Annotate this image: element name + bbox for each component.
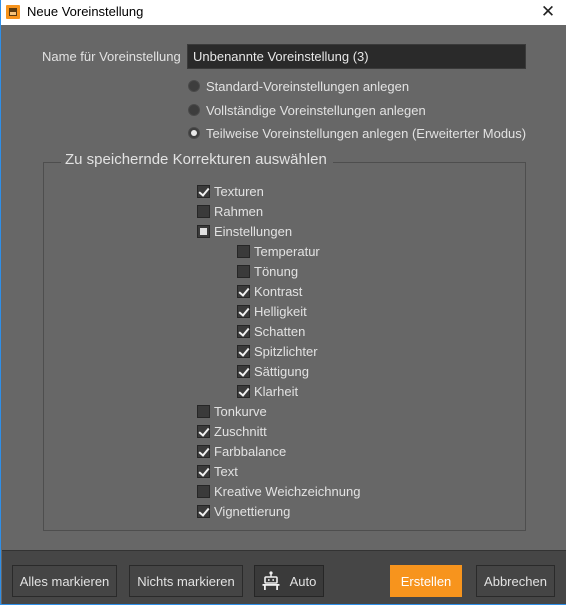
robot-icon <box>262 571 280 590</box>
checkbox-item[interactable]: Texturen <box>197 182 264 200</box>
checkbox-label: Farbbalance <box>214 443 287 459</box>
checkbox-item[interactable]: Schatten <box>237 322 305 340</box>
checkbox[interactable] <box>197 504 210 518</box>
checkbox-item[interactable]: Tönung <box>237 262 298 280</box>
checkbox[interactable] <box>237 264 250 278</box>
checkbox[interactable] <box>237 244 250 258</box>
dialog-content: Name für Voreinstellung Standard-Voreins… <box>2 25 566 550</box>
radio-button[interactable] <box>188 80 200 92</box>
select-none-button[interactable]: Nichts markieren <box>129 565 243 597</box>
title-bar: Neue Voreinstellung ✕ <box>1 0 566 25</box>
checkbox-item[interactable]: Kontrast <box>237 282 302 300</box>
radio-label: Standard-Voreinstellungen anlegen <box>206 78 410 94</box>
auto-label: Auto <box>289 573 317 589</box>
checkbox[interactable] <box>197 404 210 418</box>
checkbox-label: Einstellungen <box>214 223 293 239</box>
radio-standard[interactable]: Standard-Voreinstellungen anlegen <box>188 77 409 95</box>
checkbox[interactable] <box>237 364 250 378</box>
checkbox-label: Zuschnitt <box>214 423 267 439</box>
checkbox-label: Vignettierung <box>214 503 291 519</box>
checkbox-label: Temperatur <box>254 243 320 259</box>
checkbox[interactable] <box>197 464 210 478</box>
radio-button[interactable] <box>188 127 200 139</box>
checkbox-item[interactable]: Rahmen <box>197 202 263 220</box>
checkbox-label: Helligkeit <box>254 303 307 319</box>
checkbox-item[interactable]: Tonkurve <box>197 402 267 420</box>
preset-name-input[interactable] <box>187 44 526 69</box>
checkbox[interactable] <box>197 424 210 438</box>
corrections-group-title: Zu speichernde Korrekturen auswählen <box>61 151 333 168</box>
cancel-button[interactable]: Abbrechen <box>476 565 555 597</box>
checkbox-label: Spitzlichter <box>254 343 318 359</box>
checkbox[interactable] <box>197 184 210 198</box>
checkbox-label: Schatten <box>254 323 306 339</box>
checkbox[interactable] <box>237 384 250 398</box>
checkbox[interactable] <box>237 304 250 318</box>
app-icon <box>6 5 20 19</box>
preset-name-label: Name für Voreinstellung <box>42 49 181 64</box>
checkbox-label: Text <box>214 463 238 479</box>
checkbox-label: Klarheit <box>254 383 299 399</box>
create-button[interactable]: Erstellen <box>390 565 462 597</box>
checkbox-item[interactable]: Text <box>197 462 238 480</box>
checkbox-item[interactable]: Klarheit <box>237 382 298 400</box>
checkbox[interactable] <box>237 344 250 358</box>
radio-label: Vollständige Voreinstellungen anlegen <box>206 102 426 118</box>
checkbox-item[interactable]: Sättigung <box>237 362 309 380</box>
checkbox-label: Tönung <box>254 263 299 279</box>
checkbox[interactable] <box>237 324 250 338</box>
window-title: Neue Voreinstellung <box>27 4 144 19</box>
checkbox-label: Tonkurve <box>214 403 267 419</box>
checkbox-label: Kreative Weichzeichnung <box>214 483 361 499</box>
radio-complete[interactable]: Vollständige Voreinstellungen anlegen <box>188 101 426 119</box>
checkbox[interactable] <box>197 204 210 218</box>
checkbox-item[interactable]: Einstellungen <box>197 222 292 240</box>
select-all-button[interactable]: Alles markieren <box>12 565 117 597</box>
checkbox-item[interactable]: Helligkeit <box>237 302 307 320</box>
checkbox-item[interactable]: Spitzlichter <box>237 342 318 360</box>
checkbox-label: Sättigung <box>254 363 309 379</box>
dialog-footer: Alles markieren Nichts markieren Auto Er… <box>2 550 566 604</box>
checkbox-label: Kontrast <box>254 283 303 299</box>
checkbox-label: Rahmen <box>214 203 264 219</box>
auto-button[interactable]: Auto <box>254 565 324 597</box>
checkbox-item[interactable]: Kreative Weichzeichnung <box>197 482 360 500</box>
radio-label: Teilweise Voreinstellungen anlegen (Erwe… <box>206 125 527 141</box>
checkbox[interactable] <box>237 284 250 298</box>
checkbox[interactable] <box>197 224 210 238</box>
checkbox[interactable] <box>197 444 210 458</box>
checkbox-item[interactable]: Vignettierung <box>197 502 290 520</box>
checkbox-item[interactable]: Zuschnitt <box>197 422 267 440</box>
radio-partial[interactable]: Teilweise Voreinstellungen anlegen (Erwe… <box>188 124 526 142</box>
checkbox-item[interactable]: Farbbalance <box>197 442 286 460</box>
checkbox-label: Texturen <box>214 183 264 199</box>
radio-button[interactable] <box>188 104 200 116</box>
checkbox[interactable] <box>197 484 210 498</box>
dialog-window: Neue Voreinstellung ✕ Name für Voreinste… <box>0 0 566 605</box>
close-icon[interactable]: ✕ <box>539 2 557 22</box>
checkbox-item[interactable]: Temperatur <box>237 242 320 260</box>
